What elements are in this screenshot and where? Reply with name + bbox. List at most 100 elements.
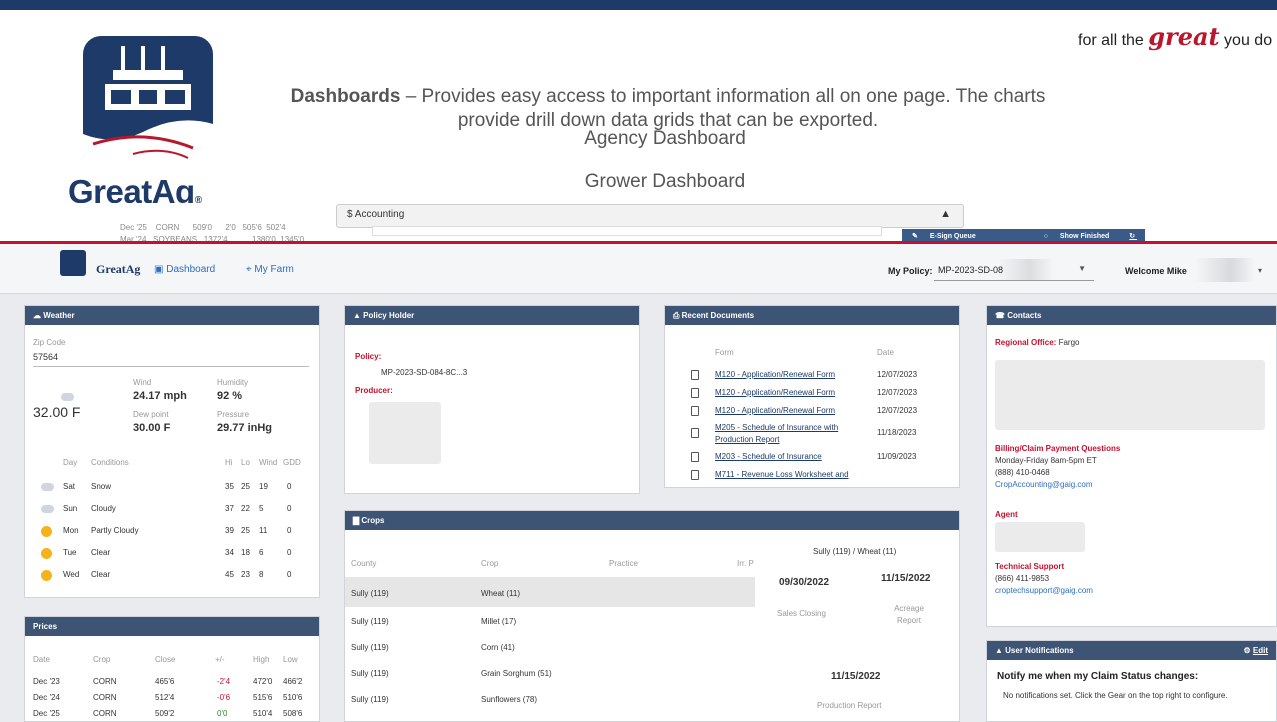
- grower-dashboard-link[interactable]: Grower Dashboard: [470, 171, 860, 193]
- show-finished-toggle[interactable]: ○ Show Finished: [1034, 233, 1130, 240]
- forecast-row: Tue Clear 34 18 6 0: [41, 548, 317, 559]
- crop-county[interactable]: Sully (119): [351, 669, 389, 678]
- crop-name[interactable]: Wheat (11): [481, 589, 520, 598]
- doc-row[interactable]: M120 - Application/Renewal Form 12/07/202…: [691, 370, 917, 382]
- weather-card: ☁ Weather Zip Code 57564 32.00 F Wind 24…: [24, 305, 320, 598]
- col-form: Form: [715, 348, 734, 357]
- welcome-text: Welcome Mike: [1125, 266, 1187, 276]
- acreage-report-label: Acreage Report: [894, 604, 924, 625]
- user-name-blur: [1195, 258, 1255, 282]
- tagline: for all the great you do: [1078, 22, 1273, 51]
- col-date: Date: [33, 655, 50, 664]
- col-change: +/-: [215, 655, 225, 664]
- producer-label: Producer:: [355, 386, 393, 395]
- pdf-icon: [691, 406, 699, 416]
- notification-text: No notifications set. Click the Gear on …: [1003, 691, 1228, 700]
- crop-name[interactable]: Corn (41): [481, 643, 515, 652]
- notifications-card: ▲ User Notifications ⚙ Edit Notify me whe…: [986, 640, 1277, 722]
- accounting-panel-body: [372, 226, 882, 236]
- collapse-caret-icon[interactable]: ▲: [940, 208, 951, 220]
- notifications-header: ▲ User Notifications ⚙ Edit: [987, 641, 1276, 660]
- cloud-icon: ☁: [33, 311, 41, 320]
- crop-name[interactable]: Grain Sorghum (51): [481, 669, 552, 678]
- pdf-icon: [691, 452, 699, 462]
- crop-county[interactable]: Sully (119): [351, 617, 389, 626]
- production-report-label: Production Report: [817, 701, 882, 710]
- agency-dashboard-link[interactable]: Agency Dashboard: [470, 128, 860, 150]
- crop-name[interactable]: Millet (17): [481, 617, 516, 626]
- doc-row[interactable]: M203 - Schedule of Insurance 11/09/2023: [691, 452, 916, 464]
- pdf-icon: [691, 428, 699, 438]
- crop-county[interactable]: Sully (119): [351, 589, 389, 598]
- nav-dashboard-link[interactable]: ▣ Dashboard: [154, 264, 215, 275]
- nav-my-farm-link[interactable]: ⌖ My Farm: [246, 264, 294, 275]
- doc-row[interactable]: M711 - Revenue Loss Worksheet and: [691, 470, 849, 482]
- billing-hours: Monday-Friday 8am-5pm ET: [995, 456, 1097, 465]
- doc-row[interactable]: M120 - Application/Renewal Form 12/07/202…: [691, 388, 917, 400]
- policy-label: Policy:: [355, 352, 382, 361]
- edit-notifications-button[interactable]: ⚙ Edit: [1243, 646, 1268, 655]
- dashboard-icon: ▣: [154, 264, 164, 275]
- wind-label: Wind: [133, 378, 152, 387]
- sales-closing-label: Sales Closing: [777, 609, 826, 618]
- policy-holder-card: ▲ Policy Holder Policy: MP-2023-SD-084-8…: [344, 305, 640, 494]
- pdf-icon: [691, 388, 699, 398]
- sales-closing-date: 09/30/2022: [779, 577, 830, 588]
- user-menu-caret-icon[interactable]: ▾: [1258, 266, 1262, 275]
- col-crop: Crop: [93, 655, 111, 664]
- col-lo: Lo: [241, 458, 250, 467]
- cloud-icon: [41, 504, 54, 513]
- forecast-row: Sun Cloudy 37 22 5 0: [41, 504, 317, 513]
- doc-row[interactable]: M120 - Application/Renewal Form 12/07/202…: [691, 406, 917, 418]
- contacts-header: ☎ Contacts: [987, 306, 1276, 325]
- crop-detail-panel: [765, 537, 959, 721]
- crop-name[interactable]: Sunflowers (78): [481, 695, 537, 704]
- recent-documents-header: ⎙ Recent Documents: [665, 306, 959, 325]
- col-crop: Crop: [481, 559, 499, 568]
- billing-label: Billing/Claim Payment Questions: [995, 444, 1121, 453]
- agent-blurred: [995, 522, 1085, 552]
- background-row-1: Dec '25 CORN 509'0 2'0 505'6 502'4: [120, 223, 286, 232]
- col-hi: Hi: [225, 458, 233, 467]
- price-row: Dec '25 CORN 509'2 0'0 510'4 508'6: [33, 709, 303, 718]
- tech-support-phone: (866) 411-9853: [995, 574, 1050, 583]
- doc-row[interactable]: M205 - Schedule of Insurance with Produc…: [691, 423, 916, 444]
- crop-county[interactable]: Sully (119): [351, 643, 389, 652]
- partly-cloudy-icon: [41, 526, 52, 537]
- navbar: GreatAg ▣ Dashboard ⌖ My Farm My Policy:…: [0, 244, 1277, 294]
- policy-select[interactable]: MP-2023-SD-08 ▼: [934, 259, 1094, 281]
- refresh-link[interactable]: ↻ Refresh: [1129, 232, 1193, 240]
- crops-header: ▇ Crops: [345, 511, 959, 530]
- zip-underline: [33, 366, 309, 367]
- col-low: Low: [283, 655, 298, 664]
- snow-icon: [41, 482, 54, 491]
- regional-office-blurred: [995, 360, 1265, 430]
- billing-phone: (888) 410-0468: [995, 468, 1050, 477]
- policy-value: MP-2023-SD-084-8C...3: [381, 368, 468, 377]
- pressure-value: 29.77 inHg: [217, 422, 273, 434]
- dashboards-description: Dashboards – Provides easy access to imp…: [290, 86, 1046, 131]
- forecast-row: Mon Partly Cloudy 39 25 11 0: [41, 526, 317, 537]
- col-irr-practice: Irr. P: [737, 559, 754, 568]
- bell-icon: ▲: [995, 646, 1003, 655]
- notification-heading: Notify me when my Claim Status changes:: [997, 671, 1199, 682]
- col-date: Date: [877, 348, 894, 357]
- esign-queue-label[interactable]: ✎ E-Sign Queue: [902, 232, 996, 240]
- producer-blurred: [369, 402, 441, 464]
- acreage-report-date: 11/15/2022: [881, 573, 931, 584]
- col-day: Day: [63, 458, 78, 467]
- accounting-panel-header[interactable]: $ Accounting ▲: [336, 204, 964, 228]
- crop-row-selected[interactable]: [345, 577, 755, 607]
- nav-brand[interactable]: GreatAg: [96, 262, 140, 277]
- billing-email-link[interactable]: CropAccounting@gaig.com: [995, 480, 1093, 489]
- nav-logo-icon[interactable]: [60, 250, 86, 276]
- dew-value: 30.00 F: [133, 422, 171, 434]
- col-close: Close: [155, 655, 176, 664]
- weather-card-header: ☁ Weather: [25, 306, 319, 325]
- dew-label: Dew point: [133, 410, 169, 419]
- tech-support-label: Technical Support: [995, 562, 1065, 571]
- tech-support-email-link[interactable]: croptechsupport@gaig.com: [995, 586, 1093, 595]
- prices-card-header: Prices: [25, 617, 319, 636]
- crop-county[interactable]: Sully (119): [351, 695, 389, 704]
- user-icon: ▲: [353, 311, 361, 320]
